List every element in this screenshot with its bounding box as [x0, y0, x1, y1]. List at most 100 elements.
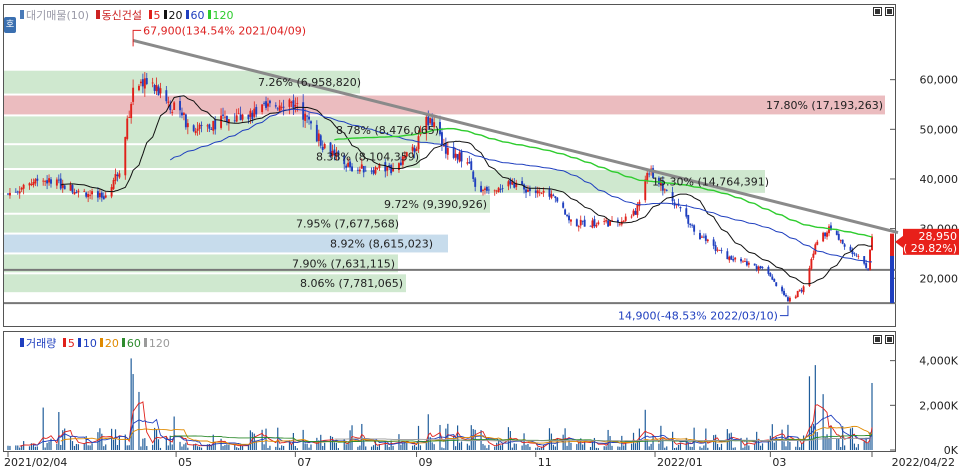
candle-body: [210, 129, 213, 130]
candle-body: [771, 276, 774, 280]
price-indicator-label: 대기매물(10): [26, 9, 90, 22]
candle-body: [788, 297, 791, 302]
candle-body: [417, 136, 420, 150]
candle-body: [34, 179, 37, 184]
candle-body: [85, 192, 88, 197]
candle-body: [802, 286, 805, 293]
candle-body: [42, 180, 45, 182]
x-tick-label: 05: [178, 456, 192, 469]
candle-body: [126, 118, 129, 139]
volume-legend: 거래량 5 10 20 60 120: [20, 335, 176, 351]
close-volume-panel-button[interactable]: [885, 335, 894, 344]
candle-body: [91, 191, 94, 195]
candle-body: [386, 166, 389, 171]
candle-body: [458, 152, 461, 162]
volume-ma-swatch-icon: [99, 338, 103, 347]
candle-body: [499, 189, 502, 190]
price-ma-label: 60: [190, 9, 205, 22]
volume-ma20-line: [60, 425, 873, 445]
candle-body: [871, 236, 873, 251]
volume-ma-swatch-icon: [62, 338, 66, 347]
candle-body: [800, 289, 803, 292]
candle-body: [22, 184, 25, 189]
candle-body: [691, 224, 694, 226]
candle-body: [603, 221, 606, 222]
volume-profile-label: 7.90% (7,631,115): [292, 257, 395, 270]
candle-body: [96, 191, 99, 198]
volume-profile-label: 9.72% (9,390,926): [384, 198, 487, 211]
candle-body: [835, 231, 838, 235]
candle-body: [69, 184, 72, 191]
volume-ma-legend: 5 10 20 60 120: [62, 337, 173, 350]
candle-body: [224, 116, 226, 118]
legend-square-icon: [20, 10, 24, 19]
last-candle-bar: [890, 233, 894, 256]
candle-body: [575, 219, 578, 227]
candle-body: [36, 178, 39, 181]
candle-body: [212, 120, 215, 131]
candle-body: [720, 250, 723, 252]
candle-body: [550, 193, 553, 198]
candle-body: [685, 208, 688, 217]
candle-body: [716, 249, 719, 251]
candle-body: [182, 113, 185, 115]
candle-body: [798, 289, 801, 291]
candle-body: [7, 193, 9, 195]
candle-body: [495, 190, 498, 192]
candle-body: [480, 185, 483, 192]
candle-body: [222, 114, 224, 116]
candle-body: [470, 161, 473, 170]
price-ma-swatch-icon: [207, 10, 211, 19]
candle-body: [700, 236, 703, 238]
candle-body: [579, 219, 582, 226]
maximize-volume-panel-button[interactable]: [873, 335, 882, 344]
candle-body: [57, 179, 60, 181]
candle-body: [28, 183, 31, 186]
legend-square-icon: [95, 10, 100, 19]
candle-body: [837, 233, 840, 240]
candle-body: [253, 108, 256, 117]
candle-body: [317, 133, 320, 142]
x-tick-label: 09: [419, 456, 433, 469]
candle-body: [581, 220, 584, 222]
candle-body: [239, 114, 242, 121]
candle-body: [759, 265, 762, 269]
candle-body: [702, 236, 705, 238]
candle-body: [786, 297, 789, 302]
candle-body: [267, 103, 269, 107]
volume-title: 거래량: [26, 337, 57, 350]
candle-body: [849, 246, 852, 251]
candle-body: [237, 113, 240, 115]
current-change-label: ( 29.82%): [903, 242, 957, 255]
candle-body: [16, 191, 19, 193]
candle-body: [351, 166, 353, 172]
candle-body: [261, 104, 264, 113]
candle-body: [714, 245, 717, 251]
candle-body: [783, 290, 785, 296]
maximize-price-panel-button[interactable]: [873, 7, 882, 16]
candle-body: [192, 125, 195, 132]
candle-body: [255, 107, 258, 115]
candle-body: [468, 162, 471, 164]
high-annotation-arrow: [132, 29, 142, 47]
candle-body: [55, 179, 58, 186]
low-annotation-label: 14,900(-48.53% 2022/03/10): [618, 310, 778, 323]
candle-body: [268, 100, 271, 104]
candle-body: [622, 220, 625, 222]
candle-body: [100, 192, 103, 198]
candle-body: [98, 193, 101, 198]
candle-body: [693, 225, 696, 232]
volume-profile-label: 15.30% (14,764,391): [652, 175, 769, 188]
candle-body: [730, 256, 733, 260]
close-price-panel-button[interactable]: [885, 7, 894, 16]
candle-body: [528, 188, 531, 192]
candle-body: [59, 178, 62, 189]
candle-body: [869, 249, 872, 271]
candle-body: [214, 119, 217, 130]
candle-body: [726, 251, 729, 260]
candle-body: [589, 225, 592, 227]
x-tick-label: 07: [297, 456, 311, 469]
side-tab[interactable]: 호: [4, 17, 16, 33]
candle-body: [456, 154, 459, 160]
candle-body: [757, 266, 760, 271]
